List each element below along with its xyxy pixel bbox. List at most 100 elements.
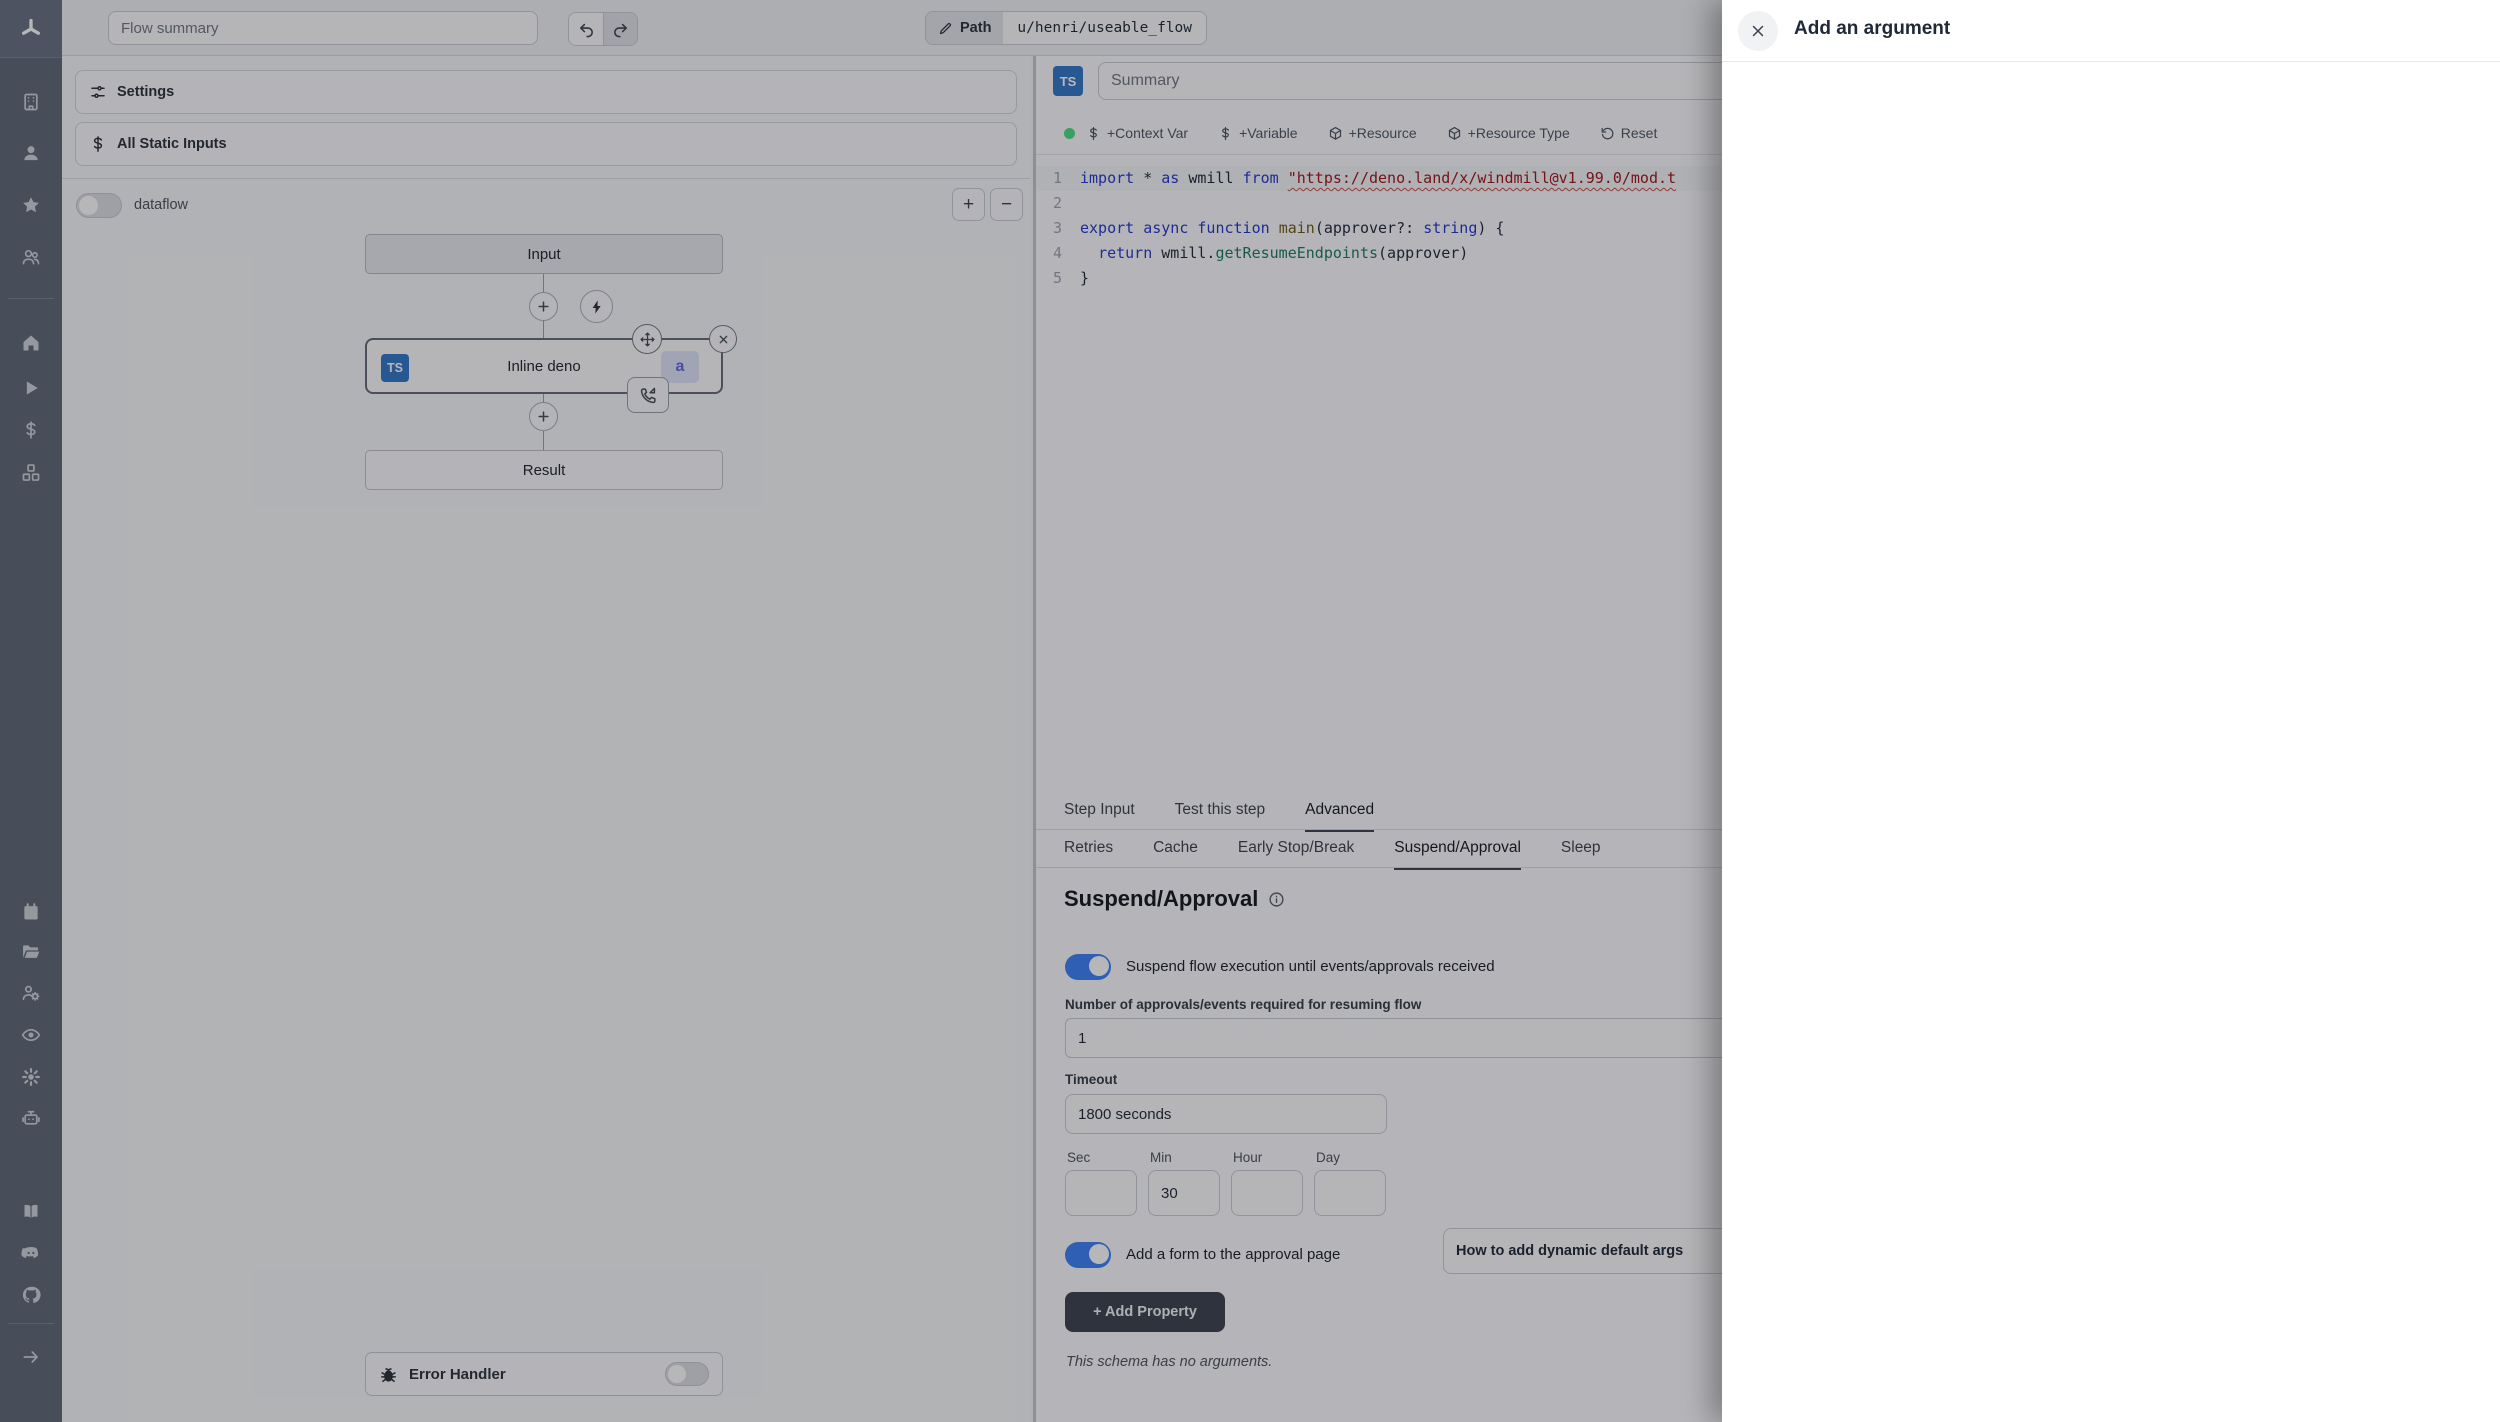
- drawer-close-button[interactable]: [1738, 11, 1778, 51]
- add-argument-drawer: Add an argument Save Name * Age Descript…: [1722, 0, 2500, 1422]
- insert-step-button[interactable]: [529, 402, 558, 431]
- sidebar-eye-icon[interactable]: [21, 1025, 41, 1045]
- sidebar-home-icon[interactable]: [21, 333, 41, 353]
- undo-icon: [578, 21, 595, 38]
- cube-icon: [1447, 126, 1462, 141]
- tab-step-input[interactable]: Step Input: [1064, 792, 1135, 832]
- code-line-5[interactable]: 5}: [1036, 266, 1722, 291]
- sec-input[interactable]: [1065, 1170, 1137, 1216]
- timeout-input[interactable]: 1800 seconds: [1065, 1094, 1387, 1134]
- path-value[interactable]: u/henri/useable_flow: [1003, 12, 1206, 44]
- all-static-inputs-button[interactable]: All Static Inputs: [75, 122, 1017, 166]
- sidebar-boxes-icon[interactable]: [21, 463, 41, 483]
- divider: [1036, 154, 1722, 155]
- code-line-1[interactable]: 1import * as wmill from "https://deno.la…: [1036, 166, 1722, 191]
- trigger-button[interactable]: [580, 290, 613, 323]
- star-icon: [21, 195, 41, 215]
- line-number: 5: [1036, 266, 1080, 291]
- sidebar-dollar-icon[interactable]: [21, 420, 41, 440]
- min-input[interactable]: 30: [1148, 1170, 1220, 1216]
- toolbar--variable[interactable]: +Variable: [1218, 125, 1298, 141]
- sidebar-robot-icon[interactable]: [21, 1108, 41, 1128]
- min-label: Min: [1150, 1150, 1172, 1165]
- tab-suspend-approval[interactable]: Suspend/Approval: [1394, 830, 1521, 870]
- flow-panel: Settings All Static Inputs dataflow + − …: [62, 56, 1030, 1422]
- sidebar-building-icon[interactable]: [21, 92, 41, 112]
- toolbar--context-var[interactable]: +Context Var: [1086, 125, 1188, 141]
- toolbar-reset[interactable]: Reset: [1600, 125, 1658, 141]
- tab-sleep[interactable]: Sleep: [1561, 830, 1601, 870]
- add-property-button[interactable]: + Add Property: [1065, 1292, 1225, 1332]
- dollar-icon: [89, 135, 107, 153]
- approval-form-toggle[interactable]: [1065, 1242, 1111, 1268]
- redo-button[interactable]: [603, 13, 637, 45]
- line-number: 1: [1036, 166, 1080, 191]
- sidebar-users-gear-icon[interactable]: [21, 983, 41, 1003]
- step-summary-input[interactable]: Summary: [1098, 62, 1722, 100]
- step-editor-panel: TS Summary +Context Var +Variable +Resourc…: [1033, 56, 1722, 1422]
- tab-test-this-step[interactable]: Test this step: [1175, 792, 1265, 832]
- info-icon: [1268, 891, 1285, 908]
- robot-icon: [21, 1108, 41, 1128]
- tab-early-stop-break[interactable]: Early Stop/Break: [1238, 830, 1354, 870]
- typescript-badge: TS: [1053, 66, 1083, 96]
- cube-icon: [1328, 126, 1343, 141]
- error-handler-toggle[interactable]: [665, 1362, 709, 1386]
- sidebar-discord-icon[interactable]: [21, 1243, 41, 1263]
- error-handler[interactable]: Error Handler: [365, 1352, 723, 1396]
- day-input[interactable]: [1314, 1170, 1386, 1216]
- tab-cache[interactable]: Cache: [1153, 830, 1198, 870]
- sidebar-star-icon[interactable]: [21, 195, 41, 215]
- path-control[interactable]: Path u/henri/useable_flow: [925, 11, 1207, 45]
- flow-settings-button[interactable]: Settings: [75, 70, 1017, 114]
- home-icon: [21, 333, 41, 353]
- delete-step-button[interactable]: [709, 325, 737, 353]
- toolbar--resource-type[interactable]: +Resource Type: [1447, 125, 1570, 141]
- flow-node-inline-deno[interactable]: TS Inline deno a: [365, 338, 723, 394]
- hour-input[interactable]: [1231, 1170, 1303, 1216]
- tab-advanced[interactable]: Advanced: [1305, 792, 1374, 832]
- sidebar-user-icon[interactable]: [21, 143, 41, 163]
- flow-node-result[interactable]: Result: [365, 450, 723, 490]
- dynamic-args-dropdown[interactable]: How to add dynamic default args: [1443, 1228, 1722, 1274]
- path-button[interactable]: Path: [926, 12, 1003, 44]
- tab-retries[interactable]: Retries: [1064, 830, 1113, 870]
- suspend-step-indicator[interactable]: [627, 377, 669, 413]
- code-line-2[interactable]: 2: [1036, 191, 1722, 216]
- phone-incoming-icon: [639, 386, 658, 405]
- sidebar-play-icon[interactable]: [21, 378, 41, 398]
- timeout-value: 1800 seconds: [1078, 1106, 1171, 1123]
- sidebar-arrow-right-icon[interactable]: [21, 1347, 41, 1367]
- argument-badge[interactable]: a: [661, 351, 699, 383]
- editor-toolbar: +Context Var +Variable +Resource +Resource …: [1086, 120, 1722, 146]
- sidebar-users-icon[interactable]: [21, 247, 41, 267]
- zoom-in-button[interactable]: +: [952, 188, 985, 221]
- undo-button[interactable]: [569, 13, 603, 45]
- approvals-label: Number of approvals/events required for …: [1065, 997, 1421, 1012]
- code-line-4[interactable]: 4 return wmill.getResumeEndpoints(approv…: [1036, 241, 1722, 266]
- sidebar-calendar-icon[interactable]: [21, 902, 41, 922]
- assistant-status-dot: [1064, 128, 1075, 139]
- dataflow-toggle[interactable]: [76, 193, 122, 218]
- suspend-heading-row: Suspend/Approval: [1064, 886, 1285, 912]
- topbar: Flow summary Path u/henri/useable_flow: [62, 0, 1722, 56]
- code-line-3[interactable]: 3export async function main(approver?: s…: [1036, 216, 1722, 241]
- code-editor[interactable]: 1import * as wmill from "https://deno.la…: [1036, 160, 1722, 790]
- insert-step-button[interactable]: [529, 292, 558, 321]
- move-step-button[interactable]: [632, 324, 662, 354]
- suspend-toggle[interactable]: [1065, 954, 1111, 980]
- users-gear-icon: [21, 983, 41, 1003]
- sidebar-folder-icon[interactable]: [21, 942, 41, 962]
- line-number: 2: [1036, 191, 1080, 216]
- dollar-icon: [21, 420, 41, 440]
- windmill-logo[interactable]: [0, 0, 62, 58]
- hour-label: Hour: [1233, 1150, 1262, 1165]
- approvals-input[interactable]: 1: [1065, 1018, 1722, 1058]
- sidebar-github-icon[interactable]: [21, 1285, 41, 1305]
- flow-node-input[interactable]: Input: [365, 234, 723, 274]
- sidebar-gear-icon[interactable]: [21, 1067, 41, 1087]
- sidebar-book-icon[interactable]: [21, 1201, 41, 1221]
- toolbar--resource[interactable]: +Resource: [1328, 125, 1417, 141]
- flow-summary-input[interactable]: Flow summary: [108, 11, 538, 45]
- zoom-out-button[interactable]: −: [990, 188, 1023, 221]
